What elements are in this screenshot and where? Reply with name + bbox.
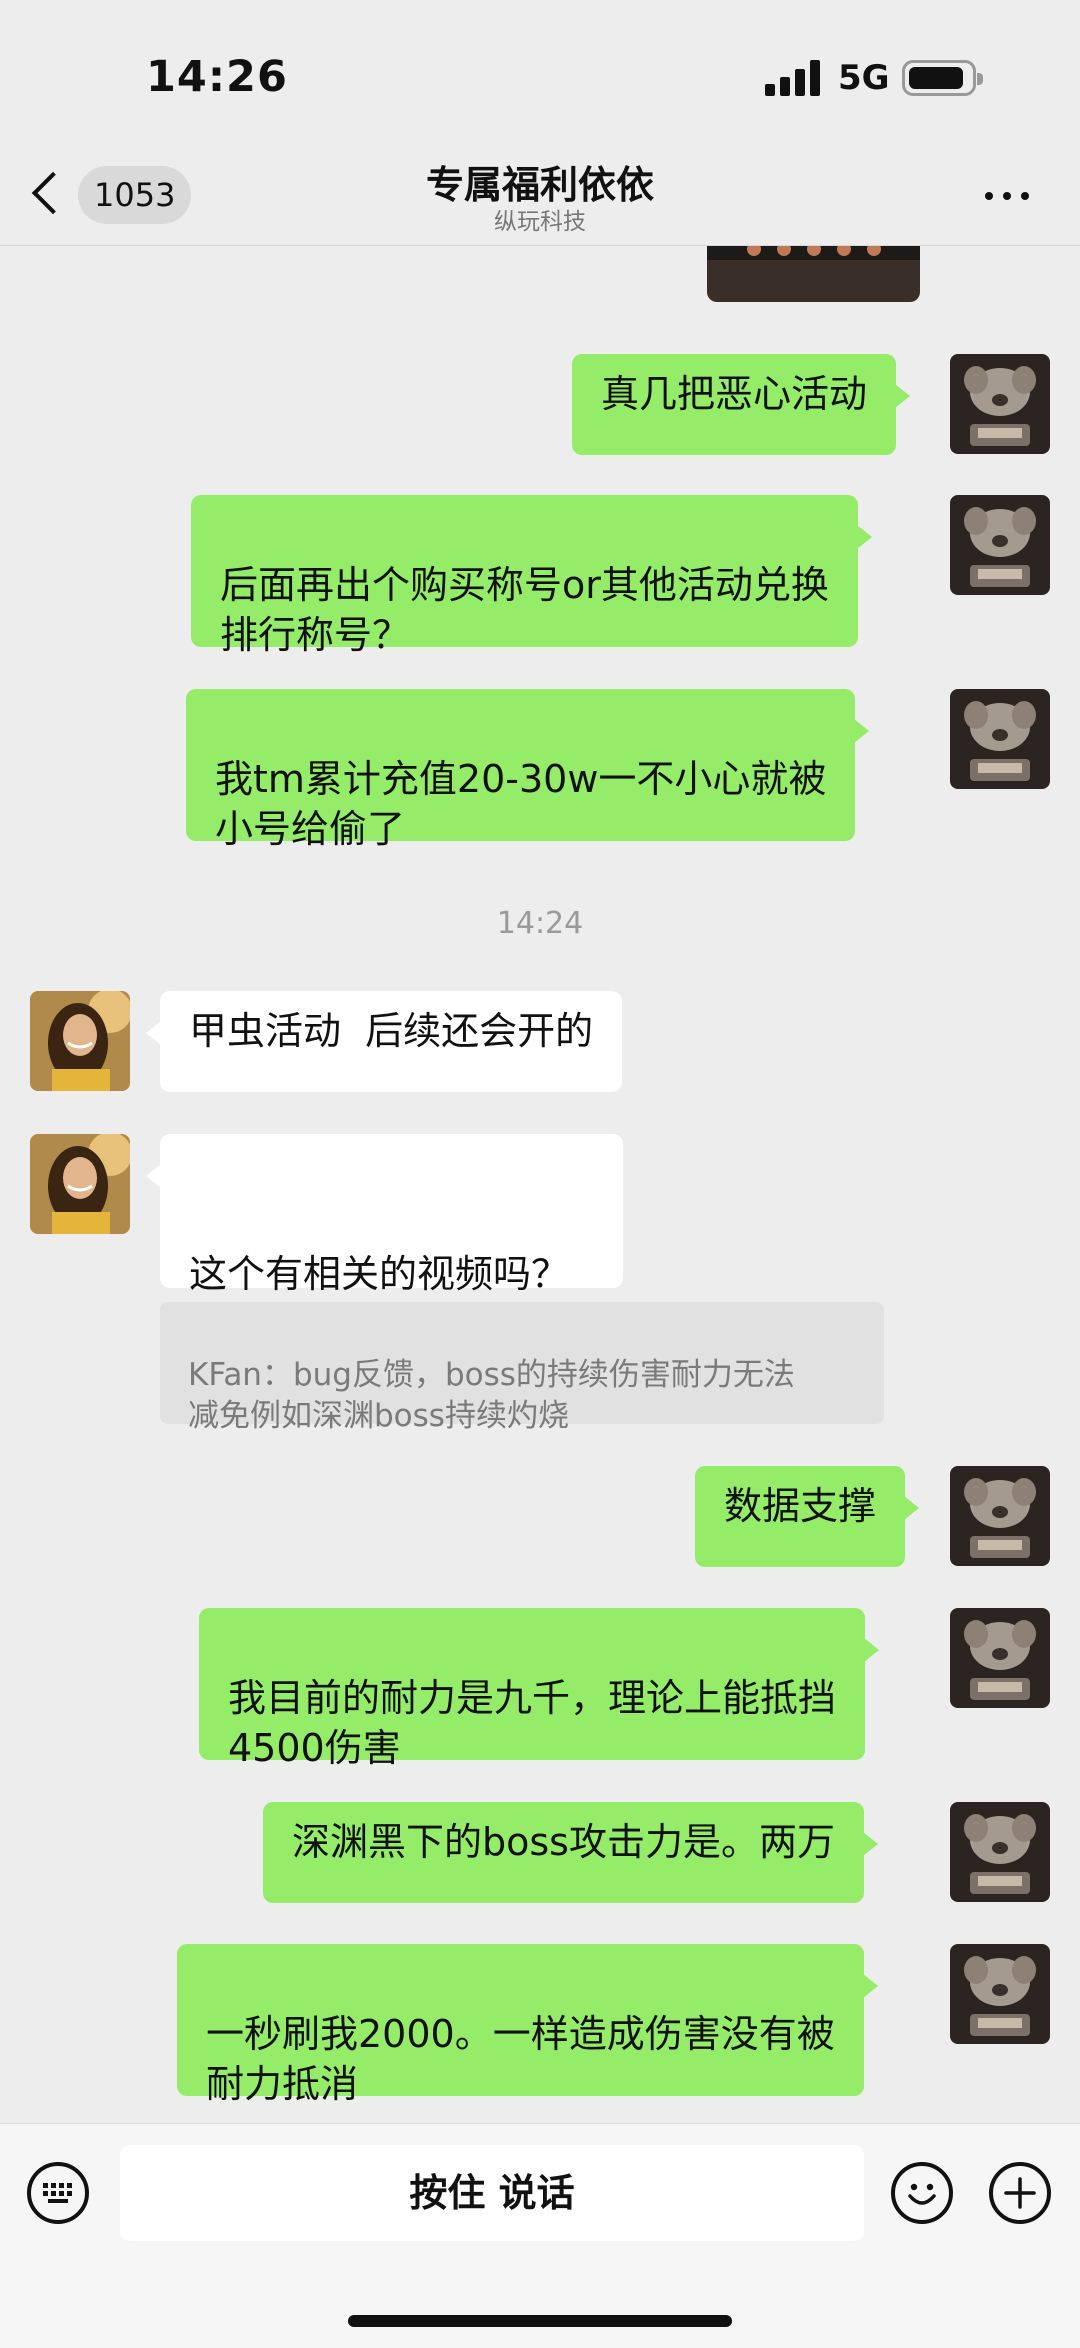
outgoing-message[interactable]: 一秒刷我2000。一样造成伤害没有被 耐力抵消 xyxy=(177,1944,878,2106)
message-text: 这个有相关的视频吗？ xyxy=(189,1252,570,1296)
message-text: 甲虫活动 后续还会开的 xyxy=(189,1009,594,1053)
plus-circle-icon[interactable] xyxy=(989,2162,1051,2224)
my-avatar[interactable] xyxy=(950,354,1050,454)
my-avatar[interactable] xyxy=(950,1802,1050,1902)
status-bar: 14:26 5G xyxy=(0,0,1080,150)
message-text: 深渊黑下的boss攻击力是。两万 xyxy=(292,1820,835,1864)
my-avatar[interactable] xyxy=(950,495,1050,595)
message-text: 数据支撑 xyxy=(724,1484,877,1528)
outgoing-message[interactable]: 数据支撑 xyxy=(695,1466,920,1567)
contact-avatar[interactable] xyxy=(30,1134,130,1234)
signal-bars-icon xyxy=(765,60,821,96)
message-list[interactable]: 真几把恶心活动 后面再出个购买称号or其他活动兑换 排行称号？ 我tm累计充值2… xyxy=(0,246,1080,2123)
my-avatar[interactable] xyxy=(950,1608,1050,1708)
status-time: 14:26 xyxy=(146,52,288,102)
keyboard-icon[interactable] xyxy=(27,2162,89,2224)
quoted-reply[interactable]: KFan：bug反馈，boss的持续伤害耐力无法 减免例如深渊boss持续灼烧 xyxy=(160,1302,884,1434)
quote-text: KFan：bug反馈，boss的持续伤害耐力无法 减免例如深渊boss持续灼烧 xyxy=(188,1357,795,1434)
message-text: 我tm累计充值20-30w一不小心就被 小号给偷了 xyxy=(215,757,827,851)
emoji-smile-icon[interactable] xyxy=(891,2162,953,2224)
network-type: 5G xyxy=(838,58,890,98)
incoming-message[interactable]: 这个有相关的视频吗？ xyxy=(146,1134,623,1296)
more-horizontal-icon[interactable] xyxy=(985,186,1035,206)
outgoing-message[interactable]: 我tm累计充值20-30w一不小心就被 小号给偷了 xyxy=(186,689,870,851)
chat-header: 1053 专属福利依依 纵玩科技 xyxy=(0,150,1080,246)
image-message[interactable] xyxy=(707,246,920,302)
home-indicator[interactable] xyxy=(348,2315,732,2327)
incoming-message[interactable]: 甲虫活动 后续还会开的 xyxy=(145,991,623,1092)
outgoing-message[interactable]: 我目前的耐力是九千，理论上能抵挡 4500伤害 xyxy=(199,1608,880,1770)
message-text: 一秒刷我2000。一样造成伤害没有被 耐力抵消 xyxy=(206,2012,835,2106)
message-text: 真几把恶心活动 xyxy=(601,372,868,416)
chat-title: 专属福利依依 xyxy=(425,163,654,207)
battery-icon xyxy=(902,60,983,96)
outgoing-message[interactable]: 后面再出个购买称号or其他活动兑换 排行称号？ xyxy=(191,495,872,657)
my-avatar[interactable] xyxy=(950,1944,1050,2044)
message-text: 我目前的耐力是九千，理论上能抵挡 4500伤害 xyxy=(228,1676,837,1770)
hold-to-talk-button[interactable]: 按住 说话 xyxy=(120,2145,864,2241)
input-bar: 按住 说话 xyxy=(0,2123,1080,2348)
outgoing-message[interactable]: 真几把恶心活动 xyxy=(572,354,911,455)
message-text: 后面再出个购买称号or其他活动兑换 排行称号？ xyxy=(220,563,829,657)
my-avatar[interactable] xyxy=(950,1466,1050,1566)
outgoing-message[interactable]: 深渊黑下的boss攻击力是。两万 xyxy=(263,1802,878,1903)
chat-subtitle: 纵玩科技 xyxy=(494,209,586,235)
message-timestamp: 14:24 xyxy=(496,906,584,941)
contact-avatar[interactable] xyxy=(30,991,130,1091)
my-avatar[interactable] xyxy=(950,689,1050,789)
